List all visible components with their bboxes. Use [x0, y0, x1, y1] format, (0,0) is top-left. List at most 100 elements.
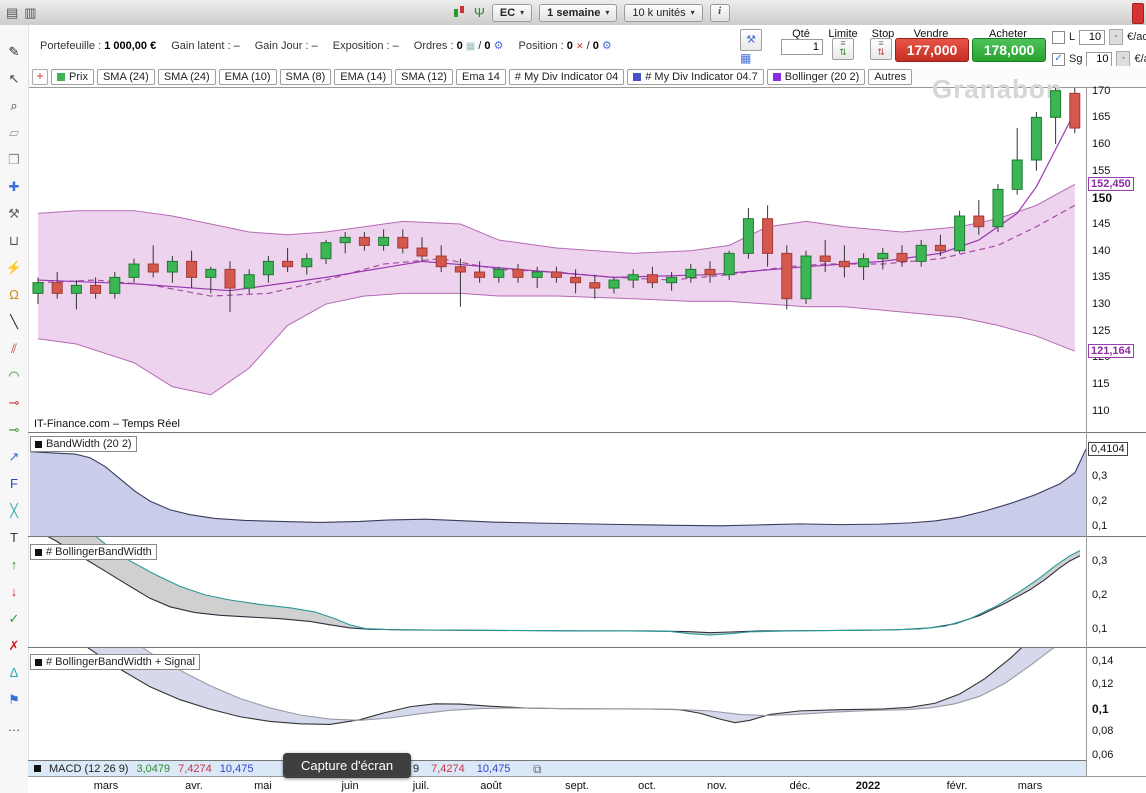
- flash-icon[interactable]: ⚡: [0, 258, 28, 278]
- lot1-stepper[interactable]: ▪: [1109, 29, 1124, 45]
- more-icon[interactable]: …: [0, 717, 28, 737]
- indicator-tab[interactable]: EMA (10): [218, 68, 277, 85]
- time-axis-label: août: [480, 780, 502, 792]
- cross-icon[interactable]: ✗: [0, 636, 28, 656]
- bbw-axis[interactable]: 0,3 0,2 0,1: [1087, 537, 1145, 648]
- add-indicator-button[interactable]: +: [32, 68, 48, 85]
- stop-order-button[interactable]: ≡ ⇅: [870, 38, 892, 60]
- panel-divider[interactable]: [28, 432, 1146, 433]
- trash-icon[interactable]: ⊔: [0, 231, 28, 251]
- trading-bar: Portefeuille : 1 000,00 € Gain latent : …: [28, 25, 1146, 67]
- flag-icon[interactable]: ⚑: [0, 690, 28, 710]
- macd-tail-2: 7,4274: [431, 763, 465, 775]
- arc-icon[interactable]: ◠: [0, 366, 28, 386]
- orders-grid-icon[interactable]: ▦: [466, 41, 475, 52]
- wrench-icon: ⚒: [746, 34, 756, 46]
- detach-panel-icon[interactable]: ⧉: [533, 762, 542, 777]
- buy-button[interactable]: 178,000: [972, 38, 1046, 62]
- time-axis-label: mars: [93, 780, 119, 792]
- indicator-tab[interactable]: Prix: [51, 68, 94, 85]
- arrow-up-icon[interactable]: ↑: [0, 555, 28, 575]
- indicator-tab[interactable]: Bollinger (20 2): [766, 68, 866, 85]
- trendline-icon[interactable]: ╲: [0, 312, 28, 332]
- panel-divider[interactable]: [28, 536, 1146, 537]
- price-chart-canvas[interactable]: [30, 88, 1086, 431]
- alert-indicator-icon[interactable]: [1132, 3, 1144, 24]
- tools-icon[interactable]: ⚒: [0, 204, 28, 224]
- indicator-tab[interactable]: Ema 14: [455, 68, 506, 85]
- bandwidth-panel-label[interactable]: BandWidth (20 2): [30, 436, 137, 452]
- indicator-swatch-icon: [35, 548, 42, 556]
- triangle-icon[interactable]: Δ: [0, 663, 28, 683]
- orders-gear-icon[interactable]: ⚙: [494, 40, 504, 52]
- price-tick-label: 165: [1092, 111, 1111, 124]
- info-button[interactable]: i: [709, 3, 730, 22]
- bollinger-bandwidth-chart-canvas[interactable]: [30, 537, 1086, 648]
- sg-checkbox-label: Sg: [1069, 53, 1083, 65]
- sg-checkbox[interactable]: ✓: [1052, 52, 1065, 66]
- order-settings-button[interactable]: ⚒: [740, 29, 762, 51]
- channel-icon[interactable]: ╳: [0, 501, 28, 521]
- lot2-input[interactable]: [1086, 51, 1113, 67]
- bbws-axis[interactable]: 0,14 0,12 0,1 0,08 0,06: [1087, 648, 1145, 761]
- indicator-tab[interactable]: SMA (8): [279, 68, 332, 85]
- price-axis[interactable]: 1701651601551501451401351301251201151101…: [1087, 85, 1145, 431]
- lot2-stepper[interactable]: ▪: [1116, 51, 1131, 67]
- time-axis-label: févr.: [946, 780, 968, 792]
- indicator-tab[interactable]: SMA (12): [395, 68, 453, 85]
- l-checkbox[interactable]: [1052, 30, 1065, 44]
- symbol-dropdown[interactable]: EC ▾: [491, 3, 533, 22]
- indicator-tick-label: 0,2: [1092, 588, 1108, 601]
- macd-values-secondary: 9 7,4274 10,475: [413, 763, 510, 775]
- segment-red-icon[interactable]: ⊸: [0, 393, 28, 413]
- updown-arrows-icon: ⇅: [877, 47, 885, 57]
- bell-icon[interactable]: Ω: [0, 285, 28, 305]
- fibonacci-icon[interactable]: F: [0, 474, 28, 494]
- time-axis-label: mars: [1017, 780, 1043, 792]
- cursor-icon[interactable]: ↖: [0, 69, 28, 89]
- qty-input[interactable]: [781, 39, 823, 55]
- copy-icon[interactable]: ❐: [0, 150, 28, 170]
- timeframe-dropdown[interactable]: 1 semaine ▾: [539, 3, 618, 22]
- bandwidth-chart-canvas[interactable]: [30, 433, 1086, 537]
- lot1-input[interactable]: [1079, 29, 1106, 45]
- indicator-tab[interactable]: SMA (24): [157, 68, 216, 85]
- zoom-icon[interactable]: ⌕: [0, 96, 28, 116]
- chevron-down-icon: ▾: [605, 8, 610, 17]
- indicator-tab[interactable]: Autres: [868, 68, 913, 85]
- arrow-ne-icon[interactable]: ↗: [0, 447, 28, 467]
- bandwidth-axis[interactable]: 0,3 0,2 0,1 0,4104: [1087, 433, 1145, 537]
- arrow-down-icon[interactable]: ↓: [0, 582, 28, 602]
- position-label: Position :: [518, 40, 564, 52]
- macd-status-bar[interactable]: MACD (12 26 9) 3,0479 7,4274 10,475 9 7,…: [28, 760, 1086, 776]
- pencil-icon[interactable]: ✎: [0, 42, 28, 62]
- bbws-panel-label[interactable]: # BollingerBandWidth + Signal: [30, 654, 200, 670]
- indicator-tick-label: 0,1: [1092, 701, 1109, 716]
- limit-order-button[interactable]: ≡ ⇅: [832, 38, 854, 60]
- indicator-tab[interactable]: SMA (24): [96, 68, 155, 85]
- position-close-icon[interactable]: ✕: [576, 41, 584, 51]
- segment-green-icon[interactable]: ⊸: [0, 420, 28, 440]
- indicator-tab[interactable]: EMA (14): [334, 68, 393, 85]
- units-dropdown[interactable]: 10 k unités ▾: [624, 3, 703, 22]
- layout-icon[interactable]: ▥: [24, 5, 36, 21]
- calculator-icon[interactable]: ▦: [740, 51, 751, 65]
- link-icon[interactable]: Ψ: [474, 5, 485, 20]
- indicator-tab[interactable]: # My Div Indicator 04.7: [627, 68, 764, 85]
- move-icon[interactable]: ✚: [0, 177, 28, 197]
- bbw-panel-label[interactable]: # BollingerBandWidth: [30, 544, 157, 560]
- position-gear-icon[interactable]: ⚙: [602, 40, 612, 52]
- panel-divider[interactable]: [28, 647, 1146, 648]
- text-icon[interactable]: T: [0, 528, 28, 548]
- eraser-icon[interactable]: ▱: [0, 123, 28, 143]
- candle-chart-icon[interactable]: [452, 4, 467, 22]
- time-axis[interactable]: mars avr. mai juin juil. août sept. oct. nov. déc…: [28, 776, 1146, 793]
- check-icon[interactable]: ✓: [0, 609, 28, 629]
- sell-button[interactable]: 177,000: [895, 38, 969, 62]
- menu-icon[interactable]: ▤: [6, 5, 18, 21]
- l-checkbox-label: L: [1069, 31, 1076, 43]
- gain-day-label: Gain Jour :: [254, 39, 309, 52]
- parallel-lines-icon[interactable]: ⫽: [0, 339, 28, 359]
- indicator-tick-label: 0,2: [1092, 495, 1108, 508]
- indicator-tab[interactable]: # My Div Indicator 04: [508, 68, 625, 85]
